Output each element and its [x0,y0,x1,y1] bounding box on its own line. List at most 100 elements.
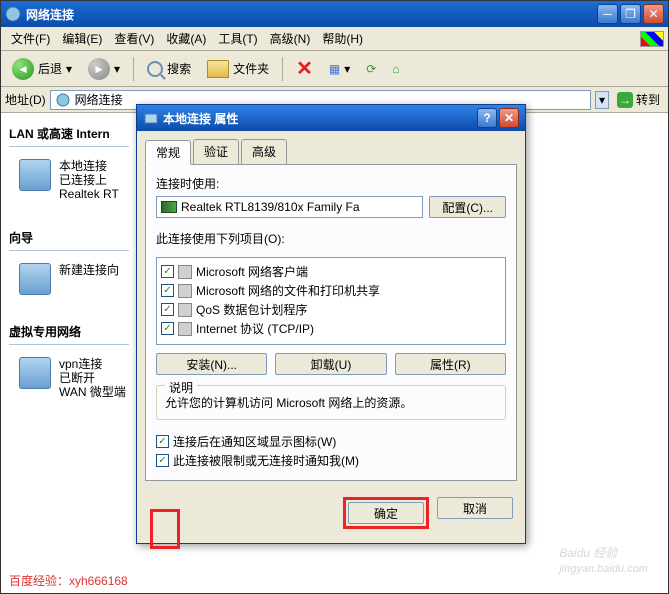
tab-auth[interactable]: 验证 [193,139,239,164]
connect-using-label: 连接时使用: [156,175,506,192]
tab-general[interactable]: 常规 [145,140,191,165]
notify-icon-label: 连接后在通知区域显示图标(W) [173,433,336,450]
cancel-button[interactable]: 取消 [437,497,513,519]
vpn-name: vpn连接 [59,357,126,371]
dialog-title: 本地连接 属性 [163,110,238,127]
connection-device: Realtek RT [59,187,119,201]
group-vpn-header: 虚拟专用网络 [9,319,129,345]
checkbox-icon[interactable]: ✓ [156,454,169,467]
list-item[interactable]: ✓Microsoft 网络的文件和打印机共享 [161,281,501,300]
checkbox-icon[interactable]: ✓ [156,435,169,448]
dropdown-icon: ▾ [66,62,72,76]
highlight-box-ok: 确定 [343,497,429,529]
window-title: 网络连接 [26,6,597,23]
search-button[interactable]: 搜索 [140,55,198,83]
description-group: 说明 允许您的计算机访问 Microsoft 网络上的资源。 [156,385,506,420]
menu-favorites[interactable]: 收藏(A) [160,28,212,49]
menu-edit[interactable]: 编辑(E) [56,28,108,49]
dialog-close-button[interactable]: ✕ [499,108,519,128]
tab-strip: 常规 验证 高级 [145,139,517,165]
forward-button[interactable]: ► ▾ [81,55,127,83]
watermark: Baidu 经验 jingyan.baidu.com [559,540,648,575]
service-icon [178,284,192,298]
address-dropdown-icon[interactable]: ▾ [595,91,609,109]
nic-field: Realtek RTL8139/810x Family Fa [156,196,423,218]
limited-notify-checkbox-row[interactable]: ✓ 此连接被限制或无连接时通知我(M) [156,451,506,470]
menu-file[interactable]: 文件(F) [5,28,56,49]
limited-notify-label: 此连接被限制或无连接时通知我(M) [173,452,359,469]
checkbox-icon[interactable]: ✓ [161,284,174,297]
list-item[interactable]: ✓Microsoft 网络客户端 [161,262,501,281]
lan-connection-icon [19,159,51,191]
folders-button[interactable]: 文件夹 [200,55,276,83]
dropdown-icon: ▾ [114,62,120,76]
home-button[interactable]: ⌂ [385,55,406,83]
app-icon [5,6,21,22]
delete-x-icon: ✕ [296,56,313,81]
windows-flag-icon [640,31,664,47]
uninstall-button[interactable]: 卸载(U) [275,353,386,375]
wizard-icon [19,263,51,295]
dialog-icon [143,110,159,126]
menu-view[interactable]: 查看(V) [108,28,160,49]
menu-help[interactable]: 帮助(H) [316,28,369,49]
tcpip-icon [178,322,192,336]
vpn-device: WAN 微型端 [59,385,126,399]
search-icon [147,61,163,77]
delete-button[interactable]: ✕ [289,55,320,83]
tab-advanced[interactable]: 高级 [241,139,287,164]
sync-icon: ⟳ [366,62,376,76]
window-titlebar: 网络连接 ─ ❐ ✕ [1,1,668,27]
ok-button[interactable]: 确定 [348,502,424,524]
checkbox-icon[interactable]: ✓ [161,265,174,278]
qos-icon [178,303,192,317]
notify-icon-checkbox-row[interactable]: ✓ 连接后在通知区域显示图标(W) [156,432,506,451]
forward-arrow-icon: ► [88,58,110,80]
connection-name: 本地连接 [59,159,119,173]
list-item[interactable]: ✓Internet 协议 (TCP/IP) [161,319,501,338]
toolbar: ◄ 后退 ▾ ► ▾ 搜索 文件夹 ✕ ▦▾ ⟳ ⌂ [1,51,668,87]
menubar: 文件(F) 编辑(E) 查看(V) 收藏(A) 工具(T) 高级(N) 帮助(H… [1,27,668,51]
back-arrow-icon: ◄ [12,58,34,80]
minimize-button[interactable]: ─ [597,4,618,24]
group-wizard-header: 向导 [9,225,129,251]
items-label: 此连接使用下列项目(O): [156,230,506,247]
home-icon: ⌂ [392,62,399,76]
footer-credit: 百度经验：xyh666168 [9,572,128,589]
go-arrow-icon: → [617,92,633,108]
dialog-footer: 确定 取消 [137,489,525,543]
views-icon: ▦ [329,62,340,76]
vpn-icon [19,357,51,389]
wizard-name: 新建连接向 [59,263,119,277]
nic-card-icon [161,201,177,213]
menu-tools[interactable]: 工具(T) [212,28,263,49]
configure-button[interactable]: 配置(C)... [429,196,506,218]
install-button[interactable]: 安装(N)... [156,353,267,375]
tab-panel-general: 连接时使用: Realtek RTL8139/810x Family Fa 配置… [145,165,517,481]
sync-button[interactable]: ⟳ [359,55,383,83]
list-item[interactable]: ✓QoS 数据包计划程序 [161,300,501,319]
description-text: 允许您的计算机访问 Microsoft 网络上的资源。 [165,394,497,411]
back-button[interactable]: ◄ 后退 ▾ [5,55,79,83]
checkbox-icon[interactable]: ✓ [161,322,174,335]
menu-advanced[interactable]: 高级(N) [264,28,317,49]
address-label: 地址(D) [5,91,46,108]
close-button[interactable]: ✕ [643,4,664,24]
nic-name: Realtek RTL8139/810x Family Fa [181,200,360,214]
client-icon [178,265,192,279]
components-list[interactable]: ✓Microsoft 网络客户端 ✓Microsoft 网络的文件和打印机共享 … [156,257,506,345]
dialog-titlebar: 本地连接 属性 ? ✕ [137,105,525,131]
properties-dialog: 本地连接 属性 ? ✕ 常规 验证 高级 连接时使用: Realtek RTL8… [136,104,526,544]
description-legend: 说明 [165,379,197,396]
group-lan-header: LAN 或高速 Intern [9,121,129,147]
views-button[interactable]: ▦▾ [322,55,357,83]
dialog-help-button[interactable]: ? [477,108,497,128]
address-icon [55,92,71,108]
go-button[interactable]: → 转到 [613,91,664,108]
folder-icon [207,60,229,78]
checkbox-icon[interactable]: ✓ [161,303,174,316]
connection-status: 已连接上 [59,173,119,187]
vpn-status: 已断开 [59,371,126,385]
properties-button[interactable]: 属性(R) [395,353,506,375]
maximize-button[interactable]: ❐ [620,4,641,24]
